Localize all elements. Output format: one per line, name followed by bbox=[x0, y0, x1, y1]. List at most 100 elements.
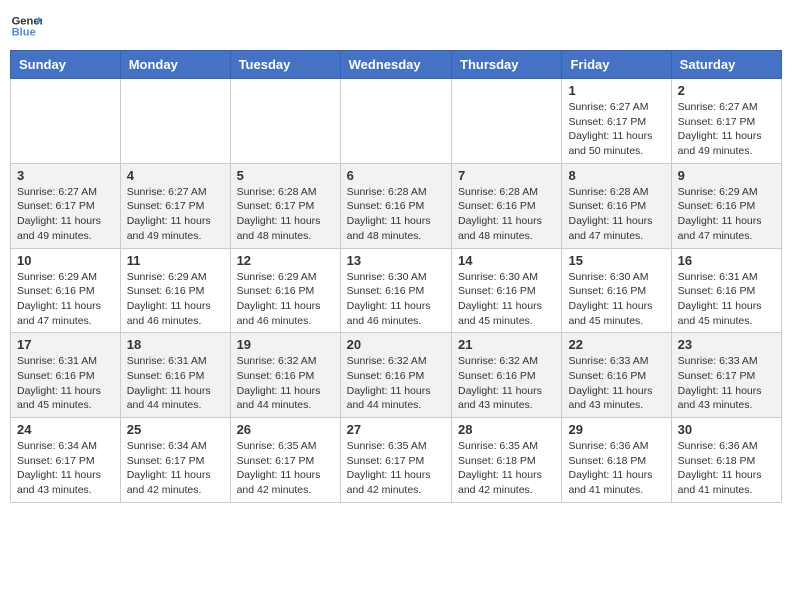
day-info: Sunrise: 6:27 AM Sunset: 6:17 PM Dayligh… bbox=[678, 100, 775, 159]
day-info: Sunrise: 6:33 AM Sunset: 6:16 PM Dayligh… bbox=[568, 354, 664, 413]
day-info: Sunrise: 6:29 AM Sunset: 6:16 PM Dayligh… bbox=[127, 270, 224, 329]
calendar-cell: 10Sunrise: 6:29 AM Sunset: 6:16 PM Dayli… bbox=[11, 248, 121, 333]
day-info: Sunrise: 6:35 AM Sunset: 6:17 PM Dayligh… bbox=[237, 439, 334, 498]
day-info: Sunrise: 6:32 AM Sunset: 6:16 PM Dayligh… bbox=[458, 354, 555, 413]
calendar-cell: 11 Sunrise: 6:29 AM Sunset: 6:16 PM Dayli… bbox=[120, 248, 230, 333]
day-number: 26 bbox=[237, 422, 334, 437]
day-info: Sunrise: 6:31 AM Sunset: 6:16 PM Dayligh… bbox=[678, 270, 775, 329]
day-info: Sunrise: 6:34 AM Sunset: 6:17 PM Dayligh… bbox=[17, 439, 114, 498]
calendar-week-2: 3 Sunrise: 6:27 AM Sunset: 6:17 PM Daylig… bbox=[11, 163, 782, 248]
day-number: 27 bbox=[347, 422, 445, 437]
weekday-header-monday: Monday bbox=[120, 51, 230, 79]
day-number: 30 bbox=[678, 422, 775, 437]
calendar-cell: 15 Sunrise: 6:30 AM Sunset: 6:16 PM Dayli… bbox=[562, 248, 671, 333]
day-info: Sunrise: 6:36 AM Sunset: 6:18 PM Dayligh… bbox=[678, 439, 775, 498]
weekday-header-row: SundayMondayTuesdayWednesdayThursdayFrid… bbox=[11, 51, 782, 79]
calendar-cell: 21 Sunrise: 6:32 AM Sunset: 6:16 PM Dayli… bbox=[452, 333, 562, 418]
calendar-cell: 28 Sunrise: 6:35 AM Sunset: 6:18 PM Dayli… bbox=[452, 418, 562, 503]
day-info: Sunrise: 6:30 AM Sunset: 6:16 PM Dayligh… bbox=[568, 270, 664, 329]
day-info: Sunrise: 6:35 AM Sunset: 6:17 PM Dayligh… bbox=[347, 439, 445, 498]
calendar-cell: 9 Sunrise: 6:29 AM Sunset: 6:16 PM Daylig… bbox=[671, 163, 781, 248]
day-info: Sunrise: 6:33 AM Sunset: 6:17 PM Dayligh… bbox=[678, 354, 775, 413]
calendar-cell bbox=[452, 79, 562, 164]
calendar-cell bbox=[230, 79, 340, 164]
calendar-cell: 19Sunrise: 6:32 AM Sunset: 6:16 PM Dayli… bbox=[230, 333, 340, 418]
day-number: 18 bbox=[127, 337, 224, 352]
day-number: 12 bbox=[237, 253, 334, 268]
day-info: Sunrise: 6:27 AM Sunset: 6:17 PM Dayligh… bbox=[568, 100, 664, 159]
calendar-table: SundayMondayTuesdayWednesdayThursdayFrid… bbox=[10, 50, 782, 503]
day-info: Sunrise: 6:31 AM Sunset: 6:16 PM Dayligh… bbox=[127, 354, 224, 413]
day-info: Sunrise: 6:35 AM Sunset: 6:18 PM Dayligh… bbox=[458, 439, 555, 498]
calendar-cell: 6 Sunrise: 6:28 AM Sunset: 6:16 PM Daylig… bbox=[340, 163, 451, 248]
weekday-header-friday: Friday bbox=[562, 51, 671, 79]
day-number: 23 bbox=[678, 337, 775, 352]
calendar-cell: 17Sunrise: 6:31 AM Sunset: 6:16 PM Dayli… bbox=[11, 333, 121, 418]
day-number: 2 bbox=[678, 83, 775, 98]
svg-text:Blue: Blue bbox=[12, 27, 36, 39]
day-info: Sunrise: 6:28 AM Sunset: 6:16 PM Dayligh… bbox=[458, 185, 555, 244]
calendar-cell: 23 Sunrise: 6:33 AM Sunset: 6:17 PM Dayli… bbox=[671, 333, 781, 418]
weekday-header-thursday: Thursday bbox=[452, 51, 562, 79]
calendar-cell: 24Sunrise: 6:34 AM Sunset: 6:17 PM Dayli… bbox=[11, 418, 121, 503]
day-number: 8 bbox=[568, 168, 664, 183]
calendar-cell: 27 Sunrise: 6:35 AM Sunset: 6:17 PM Dayli… bbox=[340, 418, 451, 503]
calendar-cell: 30 Sunrise: 6:36 AM Sunset: 6:18 PM Dayli… bbox=[671, 418, 781, 503]
calendar-cell: 12 Sunrise: 6:29 AM Sunset: 6:16 PM Dayli… bbox=[230, 248, 340, 333]
calendar-cell: 7 Sunrise: 6:28 AM Sunset: 6:16 PM Daylig… bbox=[452, 163, 562, 248]
calendar-week-3: 10 Sunrise: 6:29 AM Sunset: 6:16 PM Dayli… bbox=[11, 248, 782, 333]
day-info: Sunrise: 6:27 AM Sunset: 6:17 PM Dayligh… bbox=[127, 185, 224, 244]
calendar-cell: 29 Sunrise: 6:36 AM Sunset: 6:18 PM Dayli… bbox=[562, 418, 671, 503]
calendar-cell: 26 Sunrise: 6:35 AM Sunset: 6:17 PM Dayli… bbox=[230, 418, 340, 503]
calendar-cell: 20 Sunrise: 6:32 AM Sunset: 6:16 PM Dayli… bbox=[340, 333, 451, 418]
day-number: 28 bbox=[458, 422, 555, 437]
day-number: 29 bbox=[568, 422, 664, 437]
day-number: 5 bbox=[237, 168, 334, 183]
day-number: 10 bbox=[17, 253, 114, 268]
calendar-cell bbox=[340, 79, 451, 164]
day-number: 6 bbox=[347, 168, 445, 183]
header: General Blue bbox=[10, 10, 782, 42]
day-info: Sunrise: 6:30 AM Sunset: 6:16 PM Dayligh… bbox=[458, 270, 555, 329]
calendar-cell: 1 Sunrise: 6:27 AM Sunset: 6:17 PM Daylig… bbox=[562, 79, 671, 164]
day-number: 19 bbox=[237, 337, 334, 352]
calendar-cell: 22 Sunrise: 6:33 AM Sunset: 6:16 PM Dayli… bbox=[562, 333, 671, 418]
day-number: 21 bbox=[458, 337, 555, 352]
day-number: 20 bbox=[347, 337, 445, 352]
day-info: Sunrise: 6:29 AM Sunset: 6:16 PM Dayligh… bbox=[237, 270, 334, 329]
calendar-cell: 18 Sunrise: 6:31 AM Sunset: 6:16 PM Dayli… bbox=[120, 333, 230, 418]
logo: General Blue bbox=[10, 10, 42, 42]
day-number: 17 bbox=[17, 337, 114, 352]
day-number: 1 bbox=[568, 83, 664, 98]
day-number: 7 bbox=[458, 168, 555, 183]
day-info: Sunrise: 6:28 AM Sunset: 6:17 PM Dayligh… bbox=[237, 185, 334, 244]
day-number: 13 bbox=[347, 253, 445, 268]
calendar-cell: 25 Sunrise: 6:34 AM Sunset: 6:17 PM Dayli… bbox=[120, 418, 230, 503]
day-info: Sunrise: 6:34 AM Sunset: 6:17 PM Dayligh… bbox=[127, 439, 224, 498]
day-info: Sunrise: 6:27 AM Sunset: 6:17 PM Dayligh… bbox=[17, 185, 114, 244]
calendar-week-5: 24Sunrise: 6:34 AM Sunset: 6:17 PM Dayli… bbox=[11, 418, 782, 503]
calendar-cell: 16Sunrise: 6:31 AM Sunset: 6:16 PM Dayli… bbox=[671, 248, 781, 333]
day-info: Sunrise: 6:29 AM Sunset: 6:16 PM Dayligh… bbox=[678, 185, 775, 244]
day-number: 25 bbox=[127, 422, 224, 437]
day-info: Sunrise: 6:32 AM Sunset: 6:16 PM Dayligh… bbox=[347, 354, 445, 413]
day-number: 22 bbox=[568, 337, 664, 352]
logo-icon: General Blue bbox=[10, 10, 42, 42]
day-info: Sunrise: 6:28 AM Sunset: 6:16 PM Dayligh… bbox=[347, 185, 445, 244]
weekday-header-saturday: Saturday bbox=[671, 51, 781, 79]
calendar-cell bbox=[11, 79, 121, 164]
day-number: 3 bbox=[17, 168, 114, 183]
day-info: Sunrise: 6:30 AM Sunset: 6:16 PM Dayligh… bbox=[347, 270, 445, 329]
calendar-cell: 8Sunrise: 6:28 AM Sunset: 6:16 PM Daylig… bbox=[562, 163, 671, 248]
calendar-cell: 13 Sunrise: 6:30 AM Sunset: 6:16 PM Dayli… bbox=[340, 248, 451, 333]
day-number: 4 bbox=[127, 168, 224, 183]
calendar-cell: 2 Sunrise: 6:27 AM Sunset: 6:17 PM Daylig… bbox=[671, 79, 781, 164]
calendar-cell: 3 Sunrise: 6:27 AM Sunset: 6:17 PM Daylig… bbox=[11, 163, 121, 248]
weekday-header-sunday: Sunday bbox=[11, 51, 121, 79]
day-info: Sunrise: 6:36 AM Sunset: 6:18 PM Dayligh… bbox=[568, 439, 664, 498]
calendar-cell: 5 Sunrise: 6:28 AM Sunset: 6:17 PM Daylig… bbox=[230, 163, 340, 248]
day-number: 9 bbox=[678, 168, 775, 183]
weekday-header-tuesday: Tuesday bbox=[230, 51, 340, 79]
day-number: 15 bbox=[568, 253, 664, 268]
day-number: 11 bbox=[127, 253, 224, 268]
